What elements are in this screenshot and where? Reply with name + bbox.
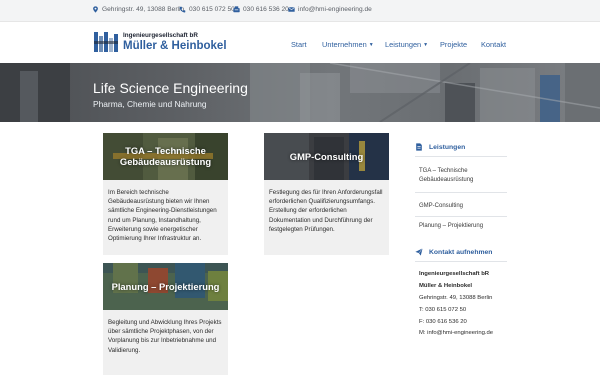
card-title-line2: Gebäudeausrüstung bbox=[119, 156, 212, 167]
service-card-tga[interactable]: TGA – Technische Gebäudeausrüstung Im Be… bbox=[103, 133, 228, 255]
service-card-gmp[interactable]: GMP-Consulting Festlegung des für Ihren … bbox=[264, 133, 389, 255]
topbar-phone[interactable]: 030 615 072 50 bbox=[179, 6, 235, 13]
envelope-icon bbox=[288, 6, 295, 13]
divider bbox=[415, 192, 507, 193]
site-header: Ingenieurgesellschaft bR Müller & Heinbo… bbox=[0, 22, 600, 63]
hero-subtitle: Pharma, Chemie und Nahrung bbox=[93, 99, 207, 109]
chevron-down-icon: ▼ bbox=[423, 42, 429, 48]
divider bbox=[415, 156, 507, 157]
hero-title: Life Science Engineering bbox=[93, 80, 248, 96]
card-text: Begleitung und Abwicklung Ihres Projekts… bbox=[108, 319, 222, 354]
card-text: Im Bereich technische Gebäudeausrüstung … bbox=[108, 189, 217, 243]
top-contact-bar: Gehringstr. 49, 13088 Berlin 030 615 072… bbox=[0, 0, 600, 22]
divider bbox=[415, 216, 507, 217]
document-icon bbox=[415, 143, 423, 151]
sidebar-services-heading-text: Leistungen bbox=[429, 143, 466, 151]
contact-email[interactable]: M: info@hmi-engineering.de bbox=[419, 330, 493, 336]
sidebar-contact-heading-text: Kontakt aufnehmen bbox=[429, 248, 493, 256]
nav-item-leistungen[interactable]: Leistungen ▼ bbox=[385, 40, 428, 49]
contact-phone[interactable]: T: 030 615 072 50 bbox=[419, 307, 466, 313]
card-text: Festlegung des für Ihren Anforderungsfal… bbox=[269, 189, 383, 233]
nav-label: Projekte bbox=[440, 40, 468, 49]
nav-item-projekte[interactable]: Projekte bbox=[440, 40, 467, 49]
divider bbox=[415, 261, 507, 262]
topbar-email-text: info@hmi-engineering.de bbox=[298, 6, 372, 13]
hero-background-image bbox=[0, 63, 600, 122]
sidebar-contact-heading: Kontakt aufnehmen bbox=[415, 248, 492, 256]
contact-address: Gehringstr. 49, 13088 Berlin bbox=[419, 295, 493, 301]
topbar-address: Gehringstr. 49, 13088 Berlin bbox=[92, 6, 184, 13]
map-pin-icon bbox=[92, 6, 99, 13]
contact-fax: F: 030 616 536 20 bbox=[419, 319, 467, 325]
paper-plane-icon bbox=[415, 248, 423, 256]
nav-label: Start bbox=[291, 40, 307, 49]
sidebar-link-gmp[interactable]: GMP-Consulting bbox=[419, 202, 507, 211]
card-title-line1: GMP-Consulting bbox=[289, 151, 364, 162]
nav-label: Leistungen bbox=[385, 40, 422, 49]
sidebar-link-planung[interactable]: Planung – Projektierung bbox=[419, 222, 507, 231]
hero-banner bbox=[0, 63, 600, 122]
phone-icon bbox=[179, 6, 186, 13]
topbar-phone-text: 030 615 072 50 bbox=[189, 6, 235, 13]
nav-item-unternehmen[interactable]: Unternehmen ▼ bbox=[322, 40, 374, 49]
logo-company-type: Ingenieurgesellschaft bR bbox=[123, 32, 198, 39]
nav-item-kontakt[interactable]: Kontakt bbox=[481, 40, 506, 49]
sidebar-link-tga[interactable]: TGA – Technische Gebäudeausrüstung bbox=[419, 167, 507, 185]
sidebar-services-heading: Leistungen bbox=[415, 143, 465, 151]
company-logo-icon[interactable] bbox=[94, 30, 118, 54]
card-title-line1: Planung – Projektierung bbox=[111, 281, 220, 292]
fax-icon bbox=[233, 6, 240, 13]
card-title-line1: TGA – Technische bbox=[125, 145, 206, 156]
service-card-planung[interactable]: Planung – Projektierung Begleitung und A… bbox=[103, 263, 228, 375]
nav-item-start[interactable]: Start bbox=[291, 40, 307, 49]
chevron-down-icon: ▼ bbox=[368, 42, 374, 48]
topbar-fax-text: 030 616 536 20 bbox=[243, 6, 289, 13]
nav-label: Unternehmen bbox=[322, 40, 367, 49]
topbar-email[interactable]: info@hmi-engineering.de bbox=[288, 6, 372, 13]
topbar-address-text: Gehringstr. 49, 13088 Berlin bbox=[102, 6, 185, 13]
nav-label: Kontakt bbox=[481, 40, 507, 49]
contact-name: Müller & Heinbokel bbox=[419, 283, 473, 289]
logo-company-name[interactable]: Müller & Heinbokel bbox=[123, 40, 227, 52]
topbar-fax: 030 616 536 20 bbox=[233, 6, 289, 13]
contact-company: Ingenieurgesellschaft bR bbox=[419, 271, 490, 277]
